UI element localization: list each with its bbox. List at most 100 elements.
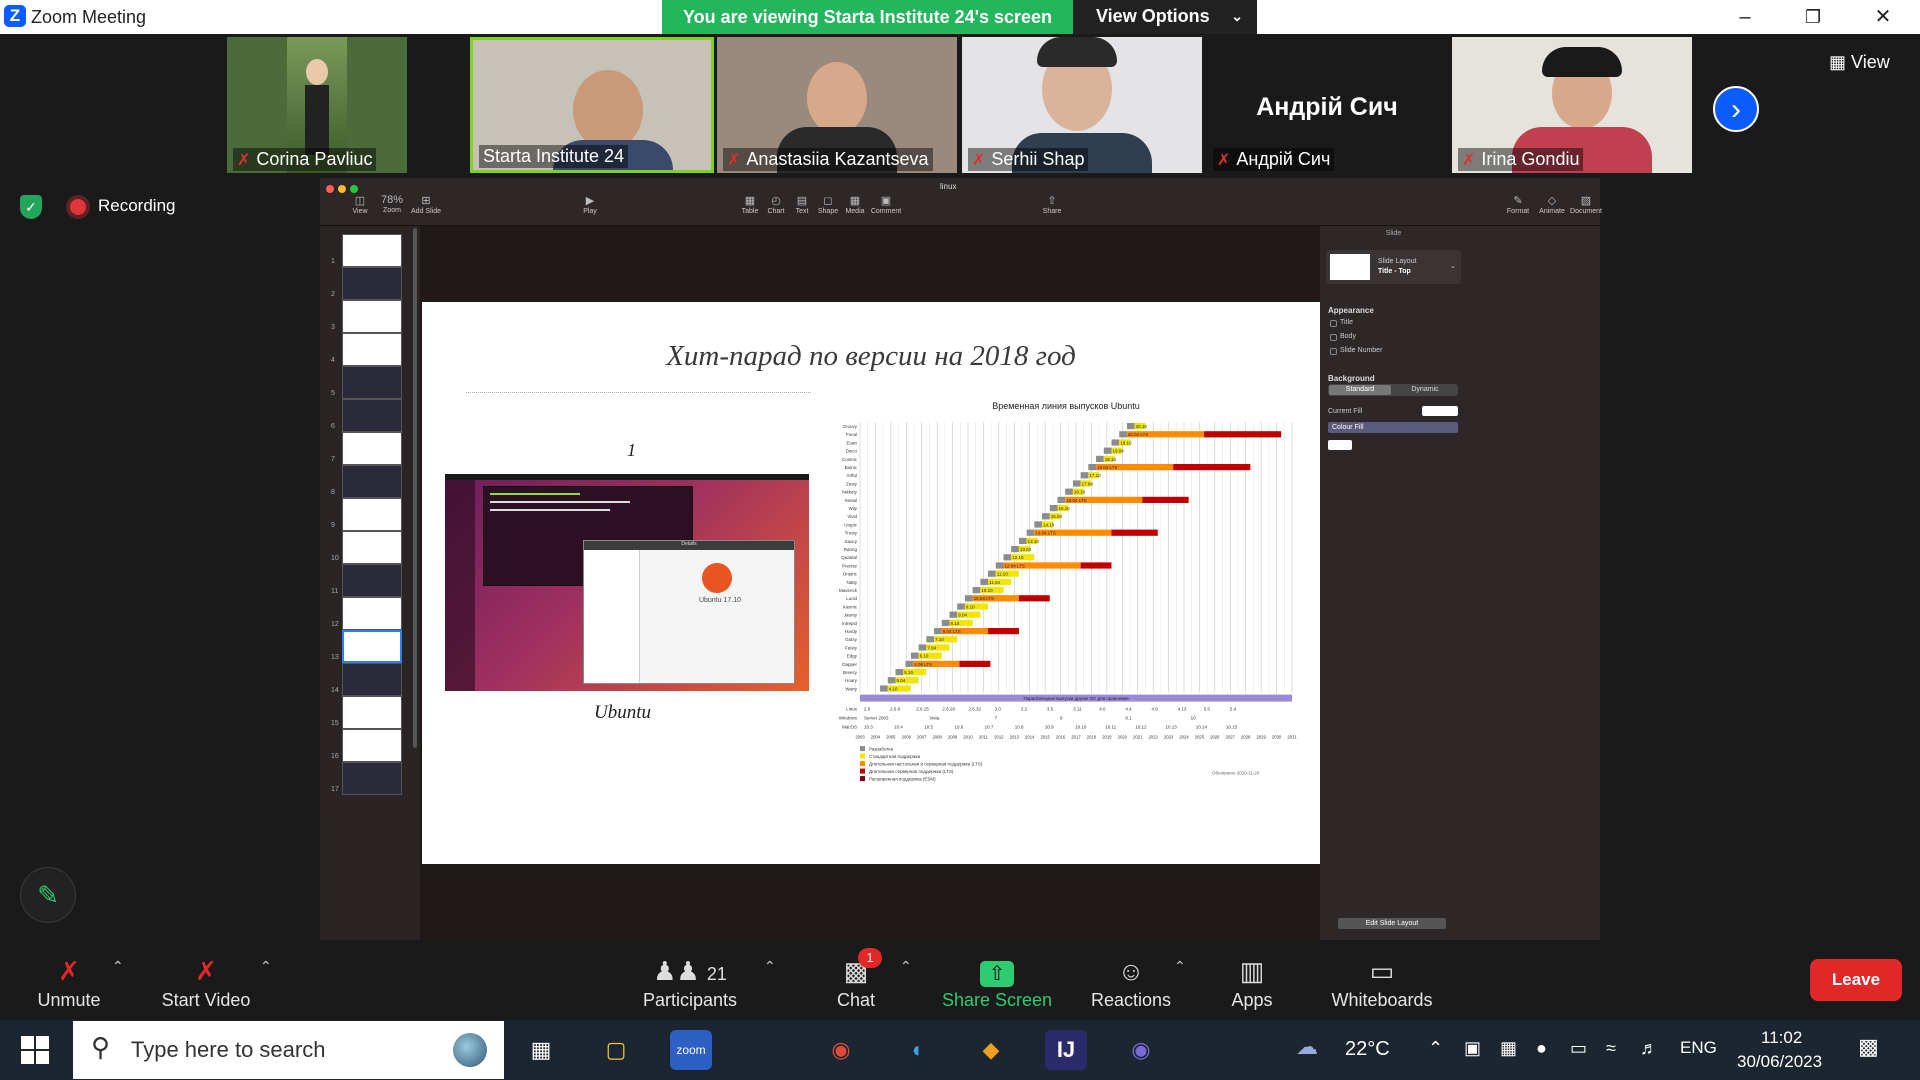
- caret-up-icon[interactable]: ⌃: [900, 958, 912, 975]
- x-tick-label: 2019: [1102, 735, 1112, 740]
- weather-cloud-icon[interactable]: ☁: [1296, 1034, 1318, 1060]
- zoom-taskbar-icon[interactable]: zoom: [670, 1030, 712, 1070]
- slide-thumbnail[interactable]: [342, 432, 402, 465]
- caret-up-icon[interactable]: ⌃: [764, 958, 776, 975]
- app-diamond-icon[interactable]: ◆: [970, 1030, 1012, 1070]
- slide-thumbnail[interactable]: [342, 531, 402, 564]
- clock-time[interactable]: 11:02: [1761, 1028, 1802, 1048]
- recording-indicator[interactable]: ✓ Recording: [0, 190, 220, 224]
- tray-chevron-icon[interactable]: ⌃: [1428, 1038, 1443, 1059]
- toolbar-add-slide[interactable]: ⊞ Add Slide: [406, 194, 446, 215]
- participant-tile[interactable]: ✗ Irina Gondiu: [1452, 37, 1692, 173]
- whiteboards-button[interactable]: ▭ Whiteboards: [1326, 952, 1438, 1011]
- battery-icon[interactable]: ▭: [1570, 1038, 1587, 1059]
- edit-slide-layout-button[interactable]: Edit Slide Layout: [1338, 918, 1446, 929]
- slide-thumbnail[interactable]: [342, 498, 402, 531]
- standard-button[interactable]: Standard: [1329, 385, 1391, 395]
- language-indicator[interactable]: ENG: [1680, 1038, 1717, 1058]
- restore-icon[interactable]: ❐: [1790, 0, 1836, 34]
- view-button[interactable]: ▦ View: [1829, 52, 1890, 73]
- caret-up-icon[interactable]: ⌃: [112, 958, 124, 975]
- file-explorer-icon[interactable]: ▢: [595, 1030, 637, 1070]
- volume-icon[interactable]: ♬: [1640, 1038, 1658, 1059]
- face: [807, 62, 867, 134]
- caret-up-icon[interactable]: ⌃: [260, 958, 272, 975]
- reactions-button[interactable]: ☺ Reactions ⌃: [1088, 952, 1186, 1011]
- leave-button[interactable]: Leave: [1810, 959, 1902, 1001]
- slide-thumbnail[interactable]: [342, 465, 402, 498]
- mac-zoom-icon[interactable]: [350, 185, 358, 193]
- participant-name: ✗ Corina Pavliuc: [233, 148, 377, 171]
- share-screen-button[interactable]: ⇧ Share Screen: [940, 952, 1054, 1011]
- other-os-item: 4.4: [1125, 707, 1132, 712]
- toolbar-share-label: Share: [1042, 208, 1062, 215]
- tray-mic-icon[interactable]: ●: [1536, 1038, 1547, 1059]
- layout-selector[interactable]: Slide Layout Title - Top ⌄: [1326, 250, 1461, 284]
- caret-up-icon[interactable]: ⌃: [1174, 958, 1186, 975]
- apps-button[interactable]: ▥ Apps: [1226, 952, 1278, 1011]
- participant-tile-no-video[interactable]: Андрій Сич ✗ Андрій Сич: [1207, 37, 1447, 173]
- toolbar-share[interactable]: ⇧ Share: [1032, 194, 1072, 215]
- tray-security-icon[interactable]: ▦: [1500, 1038, 1517, 1059]
- toolbar-document[interactable]: ▧ Document: [1566, 194, 1606, 215]
- annotate-pencil-icon[interactable]: ✎: [20, 867, 76, 923]
- close-icon[interactable]: ✕: [1860, 0, 1906, 34]
- participant-tile[interactable]: ✗ Anastasiia Kazantseva: [717, 37, 957, 173]
- participants-button[interactable]: ♟♟ 21 Participants ⌃: [638, 952, 776, 1011]
- windows-start-icon[interactable]: [20, 1035, 50, 1065]
- chrome-icon[interactable]: ◉: [820, 1030, 862, 1070]
- mac-close-icon[interactable]: [326, 185, 334, 193]
- slide-thumbnail[interactable]: [342, 234, 402, 267]
- fill-color-swatch[interactable]: [1328, 440, 1352, 450]
- inspector-panel[interactable]: Slide Slide Layout Title - Top ⌄ Appeara…: [1320, 226, 1600, 940]
- minimize-icon[interactable]: –: [1722, 0, 1768, 34]
- navigator-scrollbar[interactable]: [413, 228, 417, 748]
- task-view-icon[interactable]: ▦: [520, 1030, 562, 1070]
- edge-icon[interactable]: ◖: [895, 1030, 937, 1070]
- version-label: 12.10: [1012, 555, 1024, 560]
- slide-thumbnail[interactable]: [342, 399, 402, 432]
- slide-thumbnail[interactable]: [342, 663, 402, 696]
- version-label: 11.10: [997, 572, 1008, 577]
- slide-thumbnail[interactable]: [342, 564, 402, 597]
- toolbar-play[interactable]: ▶ Play: [570, 194, 610, 215]
- slide-thumbnail[interactable]: [342, 729, 402, 762]
- fill-type-select[interactable]: Colour Fill: [1328, 422, 1458, 433]
- slide-thumbnail[interactable]: [342, 630, 402, 663]
- body-checkbox[interactable]: [1330, 334, 1337, 341]
- slide-navigator[interactable]: 1 2 3 4 5 6 7 8 9 10 11 12 13 14 15 16 17: [320, 226, 420, 940]
- view-options-button[interactable]: View Options ⌄: [1073, 0, 1257, 34]
- title-checkbox[interactable]: [1330, 320, 1337, 327]
- slide-number-checkbox[interactable]: [1330, 348, 1337, 355]
- slide-thumbnail[interactable]: [342, 300, 402, 333]
- dynamic-button[interactable]: Dynamic: [1394, 385, 1456, 395]
- slide-thumbnail[interactable]: [342, 696, 402, 729]
- discord-icon[interactable]: ◉: [1120, 1030, 1162, 1070]
- tray-app-icon[interactable]: ▣: [1464, 1038, 1481, 1059]
- weather-temp[interactable]: 22°C: [1345, 1038, 1390, 1061]
- ubuntu-release-timeline-chart: Временная линия выпусков Ubuntu Warty 4.10…: [839, 401, 1298, 782]
- notifications-icon[interactable]: ▩: [1858, 1034, 1879, 1060]
- slide-thumbnail[interactable]: [342, 366, 402, 399]
- taskbar-search-box[interactable]: ⚲ Type here to search: [73, 1021, 504, 1079]
- intellij-icon[interactable]: IJ: [1045, 1030, 1087, 1070]
- participant-tile[interactable]: ✗ Corina Pavliuc: [227, 37, 407, 173]
- slide-thumbnail[interactable]: [342, 762, 402, 795]
- wifi-icon[interactable]: ≈: [1606, 1038, 1616, 1059]
- document-title: linux: [940, 182, 957, 191]
- participant-tile-active[interactable]: Starta Institute 24: [470, 37, 714, 173]
- participant-tile[interactable]: ✗ Serhii Shap: [962, 37, 1202, 173]
- chat-button[interactable]: ▩ Chat 1 ⌃: [830, 948, 912, 1011]
- slide-thumbnail[interactable]: [342, 267, 402, 300]
- slide[interactable]: Хит-парад по версии на 2018 год 1 Detail…: [422, 302, 1320, 864]
- slide-thumbnail[interactable]: [342, 333, 402, 366]
- unmute-button[interactable]: ✗ Unmute ⌃: [26, 952, 123, 1011]
- toolbar-comment[interactable]: ▣ Comment: [866, 194, 906, 215]
- slide-thumbnail[interactable]: [342, 597, 402, 630]
- start-video-button[interactable]: ✗ Start Video ⌃: [156, 952, 272, 1011]
- mac-minimize-icon[interactable]: [338, 185, 346, 193]
- current-fill-swatch[interactable]: [1422, 406, 1458, 416]
- next-page-chevron-icon[interactable]: ›: [1713, 86, 1759, 132]
- clock-date[interactable]: 30/06/2023: [1737, 1052, 1822, 1072]
- dev-bar: [1011, 546, 1019, 553]
